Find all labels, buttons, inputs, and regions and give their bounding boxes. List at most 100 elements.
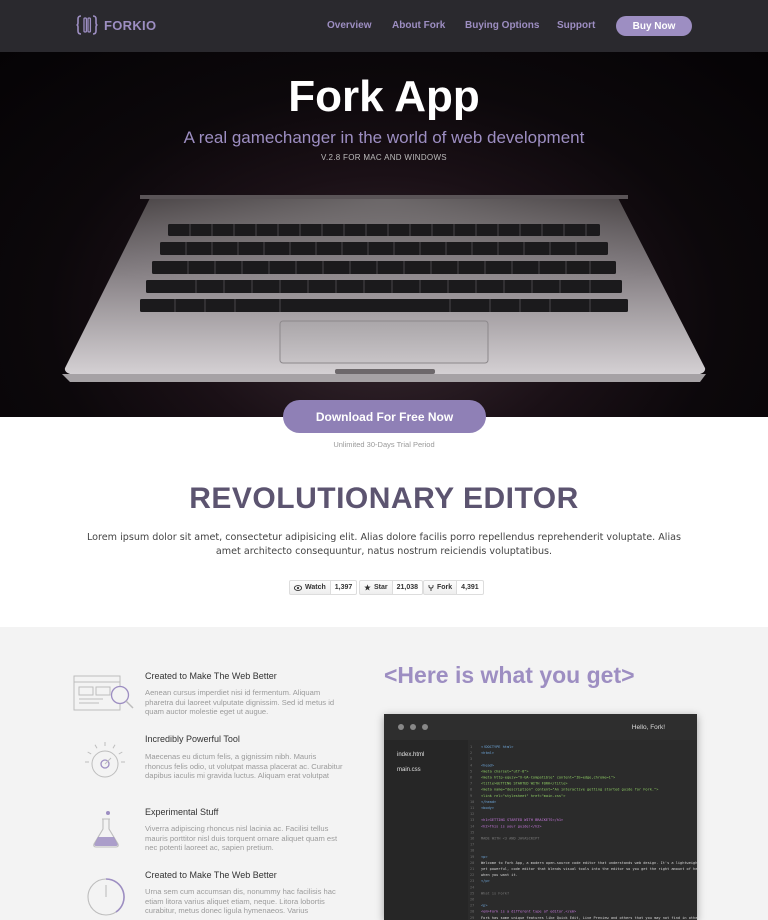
code-line-number: 14 [470,824,474,828]
hero-version: V.2.8 FOR MAC AND WINDOWS [321,153,447,162]
code-line-number: 11 [470,806,474,810]
code-line: <h2>This is your guide!</h2> [481,824,542,828]
editor-titlebar: Hello, Fork! [384,714,697,740]
code-line: <!DOCTYPE html> [481,745,514,749]
window-minimize-dot[interactable] [410,724,416,730]
code-line-number: 17 [470,843,474,847]
code-line-number: 20 [470,861,474,865]
code-line-number: 3 [470,757,472,761]
nav-link-support[interactable]: Support [557,20,595,31]
code-line: Fork has some unique features like Quick… [481,916,697,920]
logo-text: FORKIO [104,17,157,33]
dial-icon [85,742,125,778]
editor-file-sidebar: index.html main.css [384,740,468,920]
github-star-button[interactable]: Star [359,580,393,595]
feature-text: Maecenas eu dictum felis, a gignissim ni… [145,752,343,781]
code-line: <title>GETTING STARTED WITH FORK</title> [481,782,568,786]
buy-now-button[interactable]: Buy Now [616,16,692,36]
code-line-number: 5 [470,769,472,773]
code-line-number: 25 [470,891,474,895]
hero-title: Fork App [288,72,480,121]
code-line-number: 1 [470,745,472,749]
github-watch-widget[interactable]: Watch 1,397 [289,580,358,595]
code-line: when you want it. [481,873,518,877]
github-fork-label: Fork [437,584,453,591]
code-line: Welcome to Fork App, a modern open-sourc… [481,861,697,865]
trial-note: Unlimited 30-Days Trial Period [333,440,435,449]
code-line: <meta name="description" content="An int… [481,788,659,792]
fork-logo-icon [76,15,98,35]
code-line: <h1>GETTING STARTED WITH BRACKETS</h1> [481,818,564,822]
section-description: Lorem ipsum dolor sit amet, consectetur … [87,532,681,557]
hero-subtitle: A real gamechanger in the world of web d… [183,128,585,147]
github-star-widget[interactable]: Star 21,038 [359,580,424,595]
code-line-number: 18 [470,849,474,853]
github-star-count[interactable]: 21,038 [392,580,424,595]
code-line-number: 10 [470,800,474,804]
file-item-index-html[interactable]: index.html [397,752,424,758]
code-line-number: 19 [470,855,474,859]
code-line-number: 23 [470,879,474,883]
github-fork-count[interactable]: 4,391 [457,580,484,595]
what-you-get-title: <Here is what you get> [384,662,635,688]
feature-text: Viverra adipiscing rhoncus nisl lacinia … [145,824,338,853]
nav-link-overview[interactable]: Overview [327,20,371,31]
editor-window-title: Hello, Fork! [631,724,665,731]
code-line-number: 28 [470,910,474,914]
github-watch-count[interactable]: 1,397 [330,580,358,595]
github-fork-widget[interactable]: Fork 4,391 [423,580,484,595]
feature-text: Urna sem cum accumsan dis, nonummy hac f… [145,887,336,916]
browser-search-icon [73,675,134,711]
github-watch-label: Watch [305,584,326,591]
file-item-main-css[interactable]: main.css [397,767,421,773]
laptop-image [62,195,706,382]
github-fork-button[interactable]: Fork [423,580,458,595]
logo[interactable]: FORKIO [76,14,156,36]
code-line: </p> [481,879,490,883]
code-line-number: 16 [470,837,474,841]
feature-title: Created to Make The Web Better [145,671,277,681]
code-line: yet powerful, code editor that blends vi… [481,867,697,871]
code-line: </head> [481,800,497,804]
code-line-number: 9 [470,794,472,798]
code-line-number: 6 [470,776,472,780]
code-line-number: 15 [470,830,474,834]
code-line-number: 8 [470,788,472,792]
section-title: REVOLUTIONARY EDITOR [189,482,579,515]
code-line: <meta http-equiv="X-UA-Compatible" conte… [481,776,616,780]
feature-title: Experimental Stuff [145,807,219,817]
feature-title: Incredibly Powerful Tool [145,734,240,744]
window-close-dot[interactable] [398,724,404,730]
eye-icon [294,584,302,591]
top-navbar: FORKIO Overview About Fork Buying Option… [0,0,768,52]
code-line-number: 24 [470,885,474,889]
code-line: MADE WITH <3 AND JAVASCRIPT [481,837,540,841]
github-watch-button[interactable]: Watch [289,580,331,595]
code-line: <em>Fork is a different type of editor.<… [481,910,577,914]
code-area[interactable]: 1 <!DOCTYPE html> 2 <html> 3 4 <head> 5 <meta … [468,742,697,920]
code-line: <link rel="stylesheet" href="main.css"> [481,794,566,798]
code-line: <html> [481,751,495,755]
download-button[interactable]: Download For Free Now [283,400,486,433]
feature-text: Aenean cursus imperdiet nisi id fermentu… [145,688,335,717]
code-line-number: 2 [470,751,472,755]
code-line: <p> [481,904,488,908]
code-line-number: 21 [470,867,474,871]
editor-window: Hello, Fork! index.html main.css 1 <!DOCT… [384,714,697,920]
code-line: <head> [481,763,495,767]
code-line-number: 12 [470,812,474,816]
code-line-number: 27 [470,904,474,908]
fork-icon [428,584,434,591]
code-line-number: 29 [470,916,474,920]
star-icon [364,584,371,591]
nav-link-about-fork[interactable]: About Fork [392,20,445,31]
code-line-number: 22 [470,873,474,877]
code-line-number: 26 [470,898,474,902]
window-maximize-dot[interactable] [422,724,428,730]
code-line-number: 7 [470,782,472,786]
code-line: <body> [481,806,495,810]
code-line-number: 4 [470,763,472,767]
nav-link-buying-options[interactable]: Buying Options [465,20,539,31]
hero-section: Fork App A real gamechanger in the world… [0,52,768,417]
code-line: <p> [481,855,488,859]
